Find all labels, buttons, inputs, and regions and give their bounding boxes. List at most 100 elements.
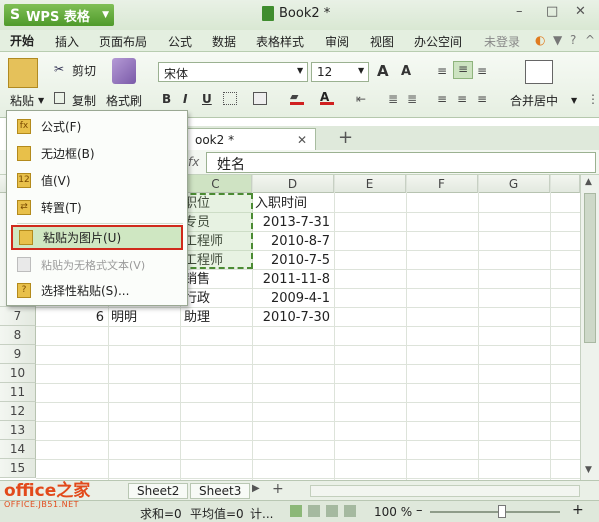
vertical-scrollbar[interactable]: ▲ ▼: [580, 175, 599, 480]
zoom-slider[interactable]: [430, 511, 560, 513]
tab-home[interactable]: 开始: [10, 32, 34, 49]
tab-insert[interactable]: 插入: [55, 33, 79, 50]
cell-d8[interactable]: 2010-7-30: [258, 308, 330, 327]
border-icon[interactable]: [223, 92, 237, 105]
italic-button[interactable]: I: [183, 92, 187, 106]
font-name-select[interactable]: 宋体 ▼: [158, 62, 308, 82]
formula-input[interactable]: 姓名: [206, 152, 596, 173]
cell-d5[interactable]: 2010-7-5: [258, 251, 330, 270]
add-sheet-button[interactable]: +: [272, 481, 284, 497]
tab-data[interactable]: 数据: [212, 33, 236, 50]
cell-d4[interactable]: 2010-8-7: [258, 232, 330, 251]
bold-button[interactable]: B: [162, 92, 171, 106]
format-painter-icon[interactable]: [112, 58, 136, 84]
horizontal-scrollbar[interactable]: [310, 485, 580, 497]
login-link[interactable]: 未登录: [484, 33, 520, 50]
align-right-icon[interactable]: ≡: [477, 64, 487, 78]
app-menu-button[interactable]: S WPS 表格 ▼: [4, 4, 114, 26]
skin-icon[interactable]: ◐: [535, 33, 545, 47]
zoom-level[interactable]: 100 %: [374, 505, 412, 519]
row-header-13[interactable]: 13: [0, 421, 36, 440]
cell-d2[interactable]: 入职时间: [255, 194, 307, 213]
column-header-c[interactable]: C: [180, 175, 252, 193]
chevron-down-icon[interactable]: ▼: [297, 66, 303, 75]
column-header-g[interactable]: G: [478, 175, 550, 193]
status-more[interactable]: 计...: [250, 505, 273, 522]
column-header-d[interactable]: D: [252, 175, 334, 193]
merge-center-icon[interactable]: [525, 60, 553, 84]
menu-item-paste-special[interactable]: ? 选择性粘贴(S)...: [11, 278, 183, 303]
scroll-up-icon[interactable]: ▲: [585, 177, 592, 187]
tab-office-space[interactable]: 办公空间: [414, 33, 462, 50]
align-center-icon[interactable]: ≡: [453, 61, 473, 79]
row-header-8[interactable]: 8: [0, 326, 36, 345]
align-middle-icon[interactable]: ≡: [457, 92, 467, 106]
close-button[interactable]: ✕: [575, 4, 586, 19]
shrink-font-button[interactable]: A: [401, 64, 411, 79]
column-header-e[interactable]: E: [334, 175, 406, 193]
new-tab-button[interactable]: +: [338, 127, 353, 148]
highlight-icon[interactable]: ▰: [290, 90, 304, 105]
tab-formulas[interactable]: 公式: [168, 33, 192, 50]
grow-font-button[interactable]: A: [377, 62, 389, 80]
row-header-15[interactable]: 15: [0, 459, 36, 478]
tab-review[interactable]: 审阅: [325, 33, 349, 50]
menu-item-values[interactable]: 12 值(V): [11, 168, 183, 193]
tab-page-layout[interactable]: 页面布局: [99, 33, 147, 50]
fill-color-icon[interactable]: [253, 92, 267, 105]
row-header-7[interactable]: 7: [0, 307, 36, 326]
more-icon[interactable]: ⋮: [587, 92, 599, 106]
chevron-down-icon[interactable]: ▼: [571, 96, 577, 105]
indent-increase-icon[interactable]: ≣: [407, 92, 417, 106]
chevron-down-icon[interactable]: ▼: [358, 66, 364, 75]
cell-b8[interactable]: 明明: [111, 308, 137, 327]
help-icon[interactable]: ?: [570, 33, 576, 47]
cut-button[interactable]: 剪切: [72, 62, 96, 79]
tab-book2[interactable]: ook2 * ✕: [186, 128, 316, 150]
copy-button[interactable]: 复制: [72, 92, 96, 109]
zoom-out-button[interactable]: –: [416, 503, 423, 518]
align-top-icon[interactable]: ≡: [437, 92, 447, 106]
column-header-h[interactable]: [550, 175, 580, 193]
tab-table-styles[interactable]: 表格样式: [256, 33, 304, 50]
paste-button[interactable]: 粘贴: [10, 92, 34, 109]
zoom-in-button[interactable]: +: [572, 502, 584, 518]
scrollbar-thumb[interactable]: [584, 193, 596, 343]
tab-view[interactable]: 视图: [370, 33, 394, 50]
page-break-view-icon[interactable]: [308, 505, 320, 517]
zoom-slider-handle[interactable]: [498, 505, 506, 518]
cell-d7[interactable]: 2009-4-1: [258, 289, 330, 308]
menu-item-no-borders[interactable]: 无边框(B): [11, 141, 183, 166]
align-left-icon[interactable]: ≡: [437, 64, 447, 78]
cell-d6[interactable]: 2011-11-8: [258, 270, 330, 289]
ribbon-collapse-icon[interactable]: ^: [585, 33, 595, 47]
menu-item-transpose[interactable]: ⇄ 转置(T): [11, 195, 183, 220]
font-size-select[interactable]: 12 ▼: [311, 62, 369, 82]
maximize-button[interactable]: □: [546, 4, 558, 19]
chevron-down-icon[interactable]: ▼: [38, 96, 44, 105]
paste-icon[interactable]: [8, 58, 38, 88]
wrap-icon[interactable]: ⇤: [356, 92, 366, 106]
tshirt-icon[interactable]: ▼: [553, 33, 562, 47]
row-header-11[interactable]: 11: [0, 383, 36, 402]
row-header-10[interactable]: 10: [0, 364, 36, 383]
format-painter-button[interactable]: 格式刷: [106, 92, 142, 109]
scroll-down-icon[interactable]: ▼: [585, 465, 592, 475]
menu-item-paste-as-picture[interactable]: 粘贴为图片(U): [11, 225, 183, 250]
align-bottom-icon[interactable]: ≡: [477, 92, 487, 106]
sheet-tab-sheet2[interactable]: Sheet2: [128, 483, 189, 499]
cell-c8[interactable]: 助理: [184, 308, 210, 327]
font-color-icon[interactable]: A: [320, 90, 334, 105]
fx-icon[interactable]: fx: [188, 155, 199, 169]
underline-button[interactable]: U: [202, 92, 212, 106]
sheet-scroll-right-icon[interactable]: ▶: [252, 483, 260, 494]
merge-center-button[interactable]: 合并居中: [510, 92, 558, 109]
row-header-9[interactable]: 9: [0, 345, 36, 364]
sheet-tab-sheet3[interactable]: Sheet3: [190, 483, 251, 499]
cell-d3[interactable]: 2013-7-31: [258, 213, 330, 232]
cell-a8[interactable]: 6: [36, 308, 104, 327]
row-header-14[interactable]: 14: [0, 440, 36, 459]
close-tab-icon[interactable]: ✕: [297, 133, 307, 147]
indent-decrease-icon[interactable]: ≣: [388, 92, 398, 106]
normal-view-icon[interactable]: [290, 505, 302, 517]
